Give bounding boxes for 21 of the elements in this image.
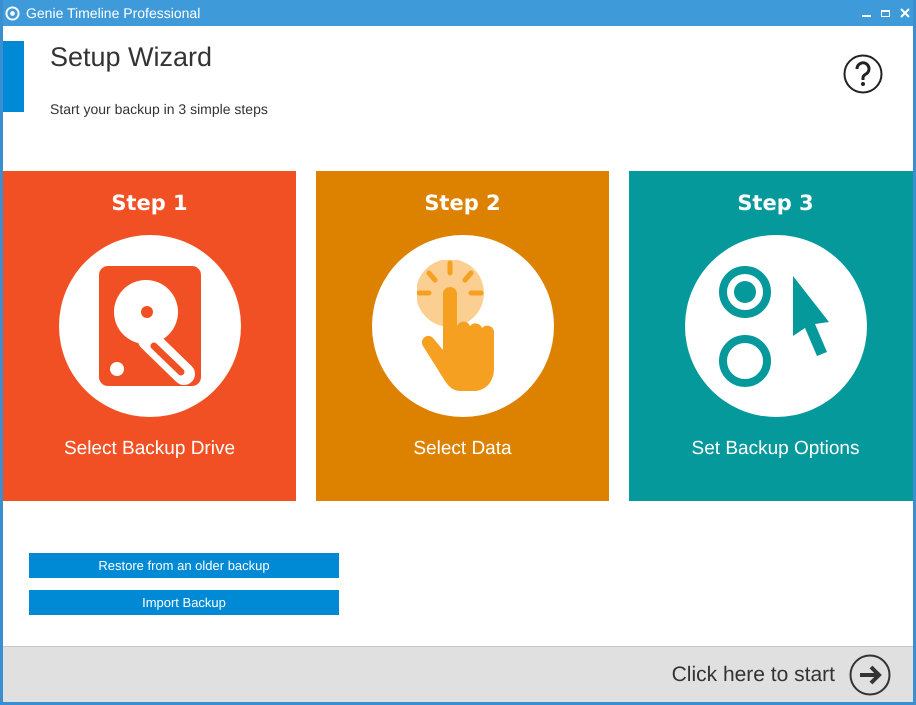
maximize-icon[interactable]: [881, 8, 890, 18]
step-caption: Select Data: [413, 438, 512, 460]
app-logo-icon: [5, 6, 20, 20]
step-tile[interactable]: Step 1 Select Backup Drive: [3, 171, 296, 501]
accent-bar: [3, 41, 24, 112]
step-label: Step 1: [111, 191, 188, 215]
window-title: Genie Timeline Professional: [26, 5, 202, 21]
step-label: Step 3: [737, 191, 814, 215]
hard-drive-icon: [98, 266, 200, 386]
step-tile[interactable]: Step 2 Select Data: [316, 171, 609, 501]
action-button[interactable]: Restore from an older backup: [29, 553, 339, 578]
page-subtitle: Start your backup in 3 simple steps: [50, 101, 269, 117]
start-link[interactable]: Click here to start: [672, 662, 835, 686]
step-label: Step 2: [424, 191, 501, 215]
step-caption: Set Backup Options: [692, 438, 860, 460]
step-tile[interactable]: Step 3 Set Backup Options: [629, 171, 913, 501]
close-icon[interactable]: [900, 8, 910, 18]
action-button[interactable]: Import Backup: [29, 590, 339, 615]
page-title: Setup Wizard: [50, 42, 214, 73]
step-caption: Select Backup Drive: [64, 438, 236, 460]
help-icon[interactable]: [843, 54, 883, 94]
